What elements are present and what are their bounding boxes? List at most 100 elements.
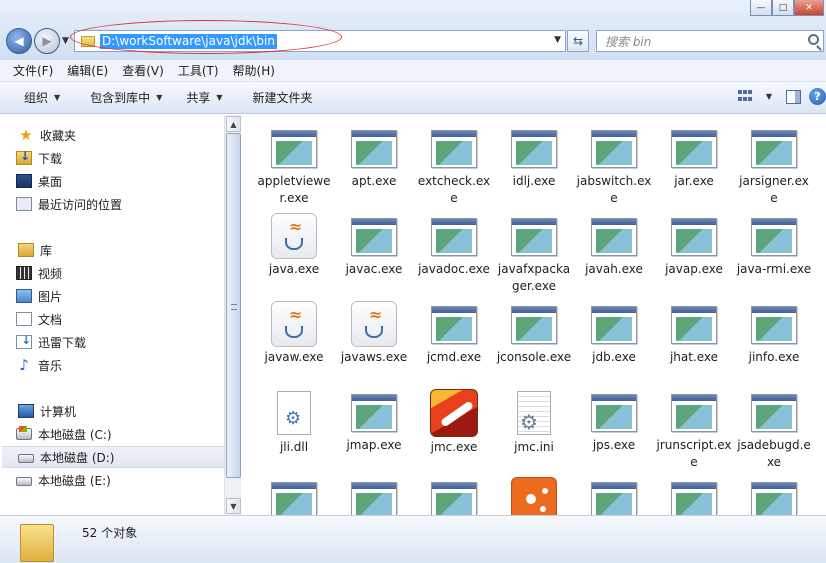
nav-favorites[interactable]: ★ 收藏夹 [0,124,224,146]
nav-label: 桌面 [38,174,63,189]
nav-drive-d[interactable]: 本地磁盘 (D:) [2,446,224,468]
file-item[interactable] [494,467,574,515]
file-item[interactable]: javah.exe [574,203,654,291]
file-item[interactable]: jcmd.exe [414,291,494,379]
maximize-button[interactable]: □ [772,0,794,16]
file-item[interactable]: jmc.exe [414,379,494,467]
forward-button[interactable]: ▶ [34,28,60,54]
nav-label: 收藏夹 [40,128,77,143]
steam-glyph: ≈ [289,217,303,236]
menu-help[interactable]: 帮助(H) [226,62,282,79]
ini-icon [517,391,551,435]
file-item[interactable]: jps.exe [574,379,654,467]
search-input[interactable]: 搜索 bin [596,30,824,52]
address-dropdown-icon[interactable]: ▼ [554,35,561,45]
nav-downloads[interactable]: 下载 [0,147,224,169]
nav-videos[interactable]: 视频 [0,262,224,284]
include-in-library-button[interactable]: 包含到库中 ▼ [80,89,172,106]
file-item[interactable]: jabswitch.exe [574,115,654,205]
new-folder-button[interactable]: 新建文件夹 [243,89,323,106]
file-item[interactable]: idlj.exe [494,115,574,203]
exe-icon [671,394,717,432]
file-item[interactable] [334,467,414,515]
nav-label: 计算机 [40,404,77,419]
file-item[interactable]: javap.exe [654,203,734,291]
menu-edit[interactable]: 编辑(E) [60,62,115,79]
file-item[interactable]: appletviewer.exe [254,115,334,205]
menu-view[interactable]: 查看(V) [115,62,171,79]
file-item[interactable]: extcheck.exe [414,115,494,205]
organize-button[interactable]: 组织 ▼ [14,89,70,106]
file-name: jmc.ini [514,440,554,454]
file-item[interactable]: javafxpackager.exe [494,203,574,293]
nav-documents[interactable]: 文档 [0,308,224,330]
file-item[interactable]: ≈ javaw.exe [254,291,334,379]
file-item[interactable]: javadoc.exe [414,203,494,291]
file-item[interactable]: javac.exe [334,203,414,291]
file-name: jabswitch.exe [576,174,652,205]
minimize-button[interactable]: — [750,0,772,16]
menu-tools[interactable]: 工具(T) [171,62,226,79]
exe-icon [751,394,797,432]
file-item[interactable]: apt.exe [334,115,414,203]
search-icon[interactable] [808,34,819,45]
cup-glyph [365,326,383,338]
file-item[interactable]: jli.dll [254,379,334,467]
file-item[interactable]: jsadebugd.exe [734,379,814,469]
scroll-up-button[interactable]: ▲ [226,116,241,132]
file-item[interactable]: jrunscript.exe [654,379,734,469]
file-item[interactable] [734,467,814,515]
close-button[interactable]: ✕ [794,0,824,16]
file-item[interactable] [574,467,654,515]
chevron-down-icon: ▼ [216,93,223,102]
file-item[interactable]: jinfo.exe [734,291,814,379]
exe-icon [431,218,477,256]
help-icon[interactable]: ? [809,88,826,105]
thunder-download-icon [16,333,32,349]
file-item[interactable]: ≈ javaws.exe [334,291,414,379]
file-item[interactable]: jar.exe [654,115,734,203]
file-item[interactable] [654,467,734,515]
exe-icon [511,130,557,168]
steam-glyph: ≈ [369,305,383,324]
scroll-down-button[interactable]: ▼ [226,498,241,514]
nav-recent[interactable]: 最近访问的位置 [0,193,224,215]
nav-desktop[interactable]: 桌面 [0,170,224,192]
nav-drive-e[interactable]: 本地磁盘 (E:) [0,469,224,491]
file-item[interactable]: java-rmi.exe [734,203,814,291]
recent-pages-dropdown[interactable]: ▼ [62,36,69,46]
nav-drive-c[interactable]: 本地磁盘 (C:) [0,423,224,445]
address-bar[interactable]: D:\workSoftware\java\jdk\bin ▼ [74,30,566,52]
nav-music[interactable]: ♪ 音乐 [0,354,224,376]
file-item[interactable]: jarsigner.exe [734,115,814,205]
view-dropdown-icon[interactable]: ▼ [766,92,772,101]
exe-icon [751,482,797,515]
system-drive-icon [16,426,32,440]
exe-icon [591,394,637,432]
preview-pane-icon[interactable] [786,89,801,104]
refresh-button[interactable]: ⇆ [567,30,589,52]
file-item[interactable]: jconsole.exe [494,291,574,379]
nav-label: 视频 [38,266,63,281]
share-button[interactable]: 共享 ▼ [176,89,232,106]
back-button[interactable]: ◀ [6,28,32,54]
nav-libraries[interactable]: 库 [0,239,224,261]
nav-computer[interactable]: 计算机 [0,400,224,422]
folder-icon [20,524,54,562]
menu-file[interactable]: 文件(F) [6,62,60,79]
file-item[interactable]: jhat.exe [654,291,734,379]
jmc-icon [430,389,478,437]
file-item[interactable] [414,467,494,515]
view-options-icon[interactable] [737,89,754,104]
navigation-scrollbar[interactable]: ▲ ▼ [224,115,241,515]
file-item[interactable]: jmap.exe [334,379,414,467]
nav-pictures[interactable]: 图片 [0,285,224,307]
arrow-right-icon: ▶ [42,34,52,48]
file-item[interactable]: jdb.exe [574,291,654,379]
address-path[interactable]: D:\workSoftware\java\jdk\bin [100,33,277,49]
file-item[interactable] [254,467,334,515]
file-item[interactable]: ≈ java.exe [254,203,334,291]
nav-thunder-downloads[interactable]: 迅雷下载 [0,331,224,353]
file-item[interactable]: jmc.ini [494,379,574,467]
scroll-thumb[interactable] [226,133,241,478]
